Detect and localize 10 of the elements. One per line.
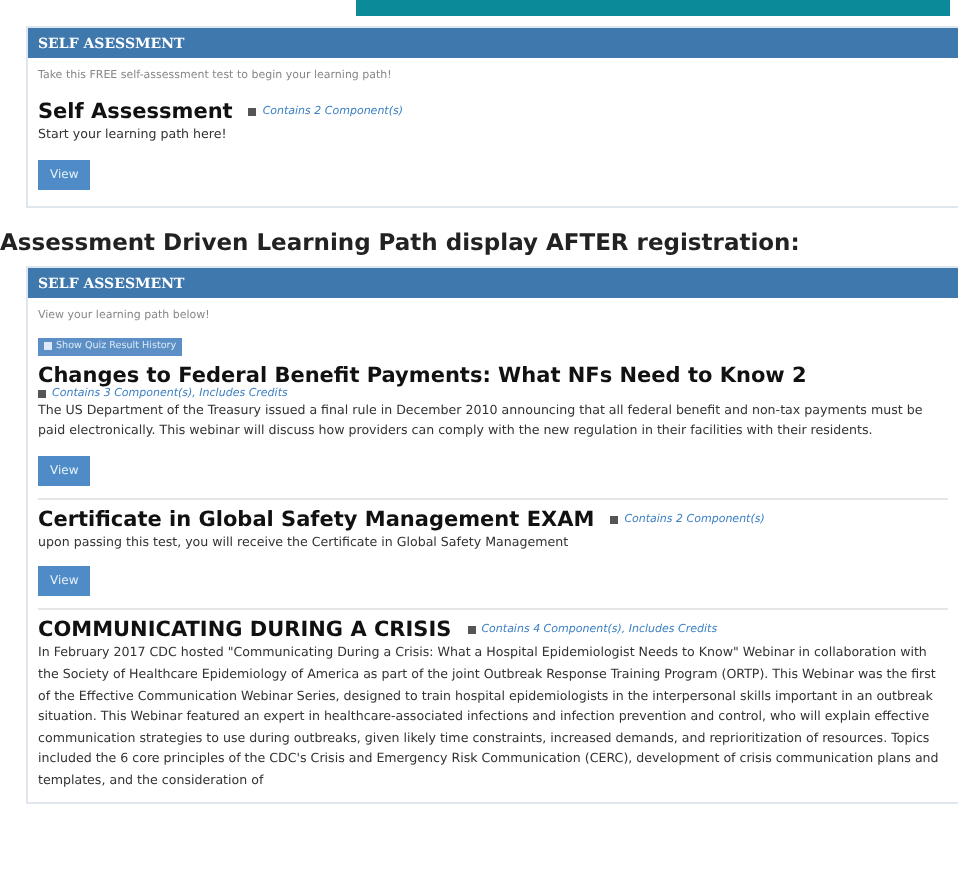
section-heading: Assessment Driven Learning Path display AFTER registration: <box>0 227 802 256</box>
course-title: Certificate in Global Safety Management EXAM <box>38 507 595 532</box>
course-title: Changes to Federal Benefit Payments: What NFs Need to Know 2 <box>38 363 807 388</box>
list-icon <box>38 389 46 398</box>
course-title: COMMUNICATING DURING A CRISIS <box>38 618 452 643</box>
list-icon <box>44 342 52 351</box>
list-icon <box>610 515 619 524</box>
course-title: Self Assessment <box>38 100 233 124</box>
list-icon <box>248 108 257 116</box>
list-icon <box>467 626 476 635</box>
